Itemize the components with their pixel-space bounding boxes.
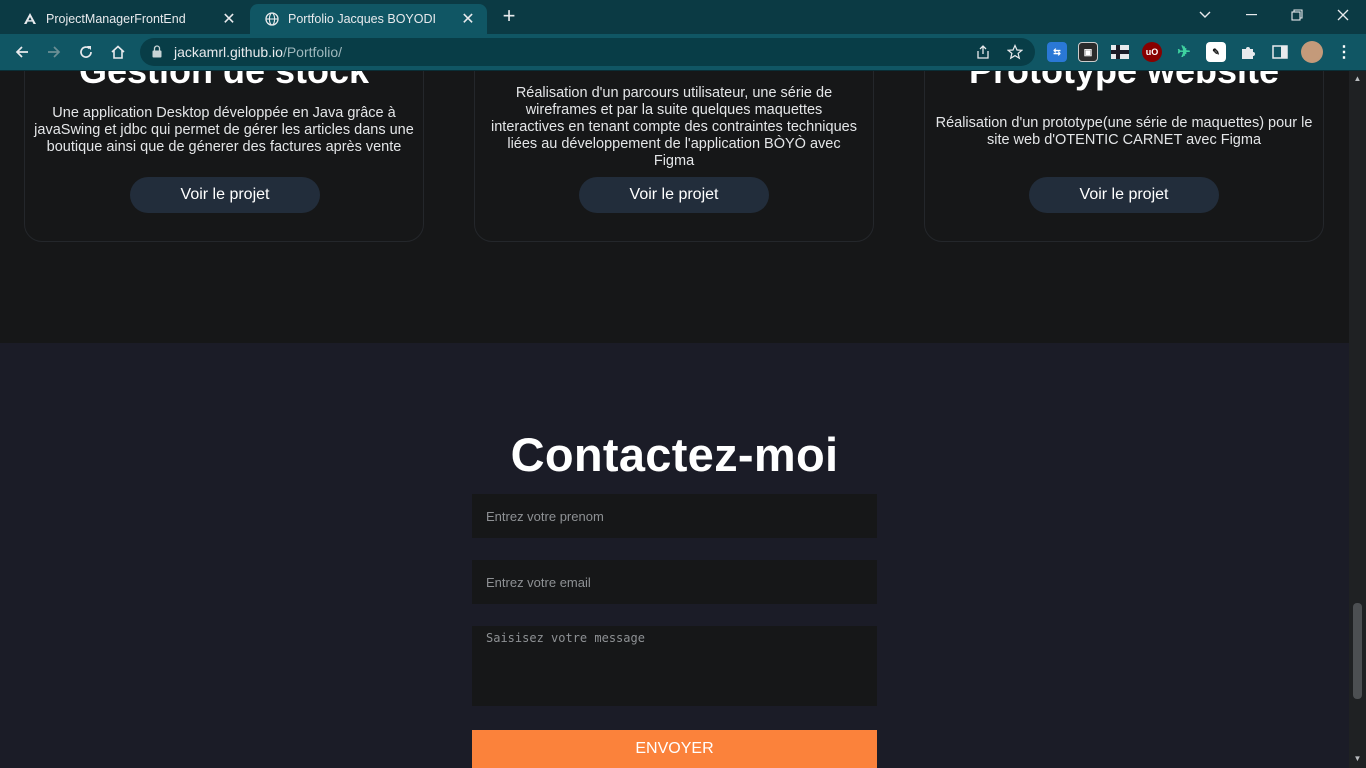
tab-title: Portfolio Jacques BOYODI [288, 12, 436, 26]
tab-project-manager[interactable]: ProjectManagerFrontEnd ✕ [8, 4, 248, 34]
pen-extension-icon[interactable]: ✎ [1206, 42, 1226, 62]
profile-avatar[interactable] [1301, 41, 1323, 63]
angular-icon [22, 11, 38, 27]
project-title: Gestion de stock [25, 71, 423, 92]
view-project-button[interactable]: Voir le projet [130, 177, 320, 213]
minimize-icon[interactable] [1228, 0, 1274, 30]
tab-title: ProjectManagerFrontEnd [46, 12, 186, 26]
message-textarea[interactable] [472, 626, 877, 706]
view-project-button[interactable]: Voir le projet [579, 177, 769, 213]
share-icon[interactable] [974, 43, 992, 61]
browser-tab-bar: ProjectManagerFrontEnd ✕ Portfolio Jacqu… [0, 0, 1366, 34]
close-window-icon[interactable] [1320, 0, 1366, 30]
project-card: Réalisation d'un parcours utilisateur, u… [474, 71, 874, 242]
project-title: Prototype website [925, 71, 1323, 92]
extensions-puzzle-icon[interactable] [1238, 42, 1258, 62]
projects-section: Gestion de stock Une application Desktop… [0, 71, 1349, 343]
url-text: jackamrl.github.io/Portfolio/ [174, 44, 342, 60]
lock-icon[interactable] [152, 45, 162, 63]
bird-extension-icon[interactable]: ✈ [1174, 42, 1194, 62]
contact-heading: Contactez-moi [510, 428, 839, 481]
scroll-up-icon[interactable]: ▲ [1353, 74, 1362, 84]
project-card: Prototype website Réalisation d'un proto… [924, 71, 1324, 242]
browser-toolbar: jackamrl.github.io/Portfolio/ ⇆ ▣ uO ✈ ✎… [0, 34, 1366, 70]
url-path: /Portfolio/ [282, 44, 343, 60]
menu-kebab-icon[interactable]: ⋮ [1334, 42, 1354, 62]
tab-portfolio[interactable]: Portfolio Jacques BOYODI ✕ [250, 4, 487, 34]
ublock-extension-icon[interactable]: uO [1142, 42, 1162, 62]
home-icon[interactable] [106, 40, 130, 64]
project-card: Gestion de stock Une application Desktop… [24, 71, 424, 242]
tab-search-icon[interactable] [1182, 0, 1228, 30]
contact-section: Contactez-moi ENVOYER [0, 343, 1349, 768]
close-tab-icon[interactable]: ✕ [459, 10, 477, 28]
restore-icon[interactable] [1274, 0, 1320, 30]
bookmark-star-icon[interactable] [1006, 43, 1024, 61]
url-host: jackamrl.github.io [174, 44, 283, 60]
page-viewport: Gestion de stock Une application Desktop… [0, 71, 1349, 768]
project-description: Une application Desktop développée en Ja… [34, 105, 414, 155]
view-project-button[interactable]: Voir le projet [1029, 177, 1219, 213]
address-bar[interactable]: jackamrl.github.io/Portfolio/ [140, 38, 1035, 66]
new-tab-icon[interactable]: + [498, 5, 520, 28]
scroll-down-icon[interactable]: ▼ [1353, 754, 1362, 764]
scrollbar-thumb[interactable] [1353, 603, 1362, 699]
reload-icon[interactable] [74, 40, 98, 64]
flag-extension-icon[interactable] [1110, 42, 1130, 62]
project-description: Réalisation d'un parcours utilisateur, u… [491, 85, 857, 169]
first-name-input[interactable] [472, 494, 877, 538]
back-icon[interactable] [10, 40, 34, 64]
project-description: Réalisation d'un prototype(une série de … [935, 115, 1313, 148]
page-scrollbar[interactable]: ▲ ▼ [1349, 71, 1366, 768]
send-button[interactable]: ENVOYER [472, 730, 877, 768]
forward-icon[interactable] [42, 40, 66, 64]
screenshot-extension-icon[interactable]: ▣ [1078, 42, 1098, 62]
side-panel-icon[interactable] [1270, 42, 1290, 62]
globe-icon [264, 11, 280, 27]
close-tab-icon[interactable]: ✕ [220, 10, 238, 28]
email-input[interactable] [472, 560, 877, 604]
translate-extension-icon[interactable]: ⇆ [1047, 42, 1067, 62]
